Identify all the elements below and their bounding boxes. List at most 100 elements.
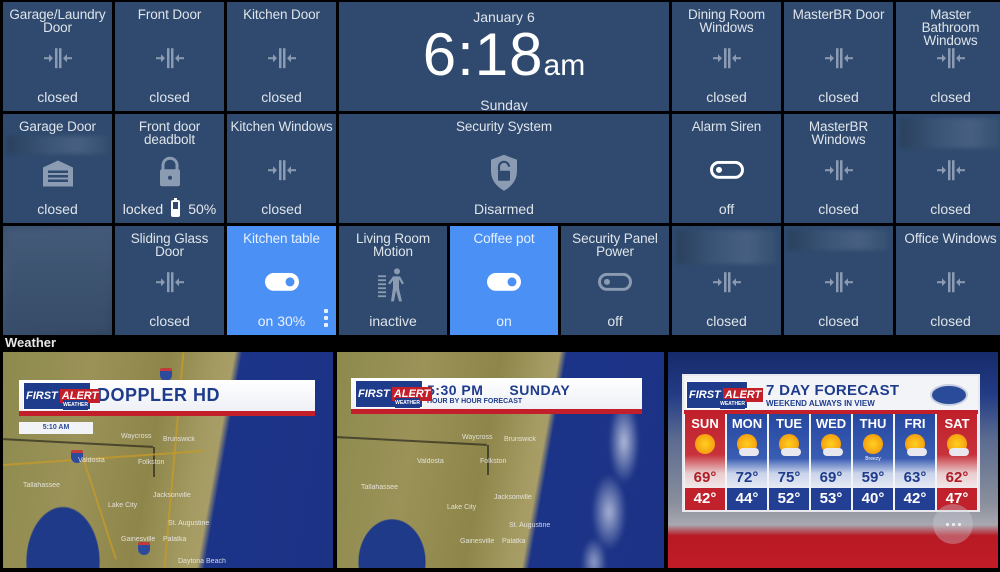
contact-sensor-closed-icon <box>40 46 76 70</box>
tile-state: locked <box>122 200 164 217</box>
day-high: 75° <box>777 469 801 486</box>
tile-title: Security System <box>455 119 553 134</box>
forecast-day: TUE 75° 52° <box>769 414 809 510</box>
shield-unlocked-icon <box>489 153 519 191</box>
city-label: Waycross <box>121 433 152 440</box>
forecast-header: FIRST ALERT WEATHER 7 DAY FORECAST WEEKEN… <box>684 376 978 414</box>
tile-office-windows[interactable]: Office Windows closed <box>896 226 1000 335</box>
day-high: 59° <box>861 469 885 486</box>
tile-title: Kitchen table <box>243 231 320 246</box>
day-name: SAT <box>944 416 970 431</box>
contact-sensor-closed-icon <box>821 270 857 294</box>
tile-masterbr-windows[interactable]: MasterBR Windows closed <box>784 114 893 223</box>
battery-level: 50% <box>188 200 217 217</box>
center-row-3: Living Room Motion inactive Coffee pot o… <box>339 226 669 335</box>
tile-title: Garage Door <box>19 119 96 134</box>
blurred-title <box>676 230 777 264</box>
tile-title: Sliding Glass Door <box>130 231 209 259</box>
tile-front-door[interactable]: Front Door closed <box>115 2 224 111</box>
sunny-icon <box>695 434 715 454</box>
clock-day: Sunday <box>480 97 528 111</box>
weather-hourly-panel[interactable]: Waycross Brunswick Valdosta Folkston Tal… <box>337 352 664 568</box>
city-label: Waycross <box>462 434 493 441</box>
contact-sensor-closed-icon <box>821 46 857 70</box>
tile-master-bathroom-windows[interactable]: Master Bathroom Windows closed <box>896 2 1000 111</box>
tile-sliding-glass-door[interactable]: Sliding Glass Door closed <box>115 226 224 335</box>
seven-day-forecast: FIRST ALERT WEATHER 7 DAY FORECAST WEEKEN… <box>682 374 980 512</box>
tile-state: closed <box>149 313 190 329</box>
battery-icon <box>171 198 181 217</box>
tile-kitchen-windows[interactable]: Kitchen Windows closed <box>227 114 336 223</box>
day-low: 53° <box>811 488 851 510</box>
tile-unnamed-sensor-1[interactable]: closed <box>896 114 1000 223</box>
day-name: WED <box>815 416 847 431</box>
tile-state: on <box>496 313 512 329</box>
tile-state: closed <box>930 89 971 105</box>
weather-7day-panel[interactable]: FIRST ALERT WEATHER 7 DAY FORECAST WEEKEN… <box>668 352 998 568</box>
day-low: 40° <box>853 488 893 510</box>
tile-garage-door[interactable]: Garage Door closed <box>3 114 112 223</box>
tile-front-door-deadbolt[interactable]: Front door deadbolt locked 50% <box>115 114 224 223</box>
tile-kitchen-table[interactable]: Kitchen table on 30% <box>227 226 336 335</box>
day-high: 72° <box>735 469 759 486</box>
forecast-day: SAT 62° 47° <box>937 414 977 510</box>
blurred-region <box>7 230 108 331</box>
sunny-icon <box>863 434 883 454</box>
tile-title: Office Windows <box>904 231 997 246</box>
day-name: MON <box>731 416 763 431</box>
tile-state: on 30% <box>257 313 306 329</box>
tile-state: closed <box>37 89 78 105</box>
tile-unnamed-sensor-3[interactable]: closed <box>784 226 893 335</box>
tile-coffee-pot[interactable]: Coffee pot on <box>450 226 558 335</box>
city-label: Lake City <box>447 504 477 511</box>
day-high: 69° <box>819 469 843 486</box>
tile-alarm-siren[interactable]: Alarm Siren off <box>672 114 781 223</box>
tile-state: closed <box>930 313 971 329</box>
tile-title: Alarm Siren <box>691 119 762 134</box>
tile-security-panel-power[interactable]: Security Panel Power off <box>561 226 669 335</box>
partly-cloudy-icon <box>779 434 801 456</box>
first-alert-banner: FIRST ALERT WEATHER 5:30 PM SUNDAY HOUR B… <box>351 378 642 414</box>
tile-state: closed <box>930 201 971 217</box>
forecast-day: THU Breezy 59° 40° <box>853 414 893 510</box>
partly-cloudy-icon <box>947 434 969 456</box>
switch-on-icon <box>264 272 299 291</box>
first-alert-logo: FIRST ALERT WEATHER <box>355 379 433 408</box>
tile-title: Security Panel Power <box>572 231 658 259</box>
tile-state: closed <box>37 201 78 217</box>
forecast-day: SUN 69° 42° <box>685 414 725 510</box>
more-options-icon[interactable] <box>324 309 328 327</box>
forecast-subtitle: HOUR BY HOUR FORECAST <box>427 398 523 405</box>
tile-blurred[interactable] <box>3 226 112 335</box>
forecast-title: 7 DAY FORECAST <box>766 382 900 399</box>
forecast-day: MON 72° 44° <box>727 414 767 510</box>
tile-dining-room-windows[interactable]: Dining Room Windows closed <box>672 2 781 111</box>
forecast-subtitle: WEEKEND ALWAYS IN VIEW <box>766 399 875 408</box>
contact-sensor-closed-icon <box>933 158 969 182</box>
switch-off-icon <box>598 272 632 291</box>
tile-garage-laundry-door[interactable]: Garage/Laundry Door closed <box>3 2 112 111</box>
tile-living-room-motion[interactable]: Living Room Motion inactive <box>339 226 447 335</box>
forecast-days: SUN 69° 42° MON 72° 44° TUE 75° 52° WED 69° … <box>684 414 978 510</box>
forecast-time: 5:30 PM <box>427 382 484 398</box>
weather-doppler-panel[interactable]: Waycross Brunswick Valdosta Folkston Tal… <box>3 352 333 568</box>
contact-sensor-closed-icon <box>152 46 188 70</box>
more-options-button[interactable] <box>933 504 973 544</box>
lock-icon <box>157 156 183 188</box>
city-label: Brunswick <box>504 436 536 443</box>
tile-unnamed-sensor-2[interactable]: closed <box>672 226 781 335</box>
forecast-day: FRI 63° 42° <box>895 414 935 510</box>
garage-door-icon <box>41 158 75 188</box>
tile-title: Front Door <box>137 7 202 22</box>
mostly-sunny-icon <box>737 434 759 456</box>
city-label: Brunswick <box>163 436 195 443</box>
tile-state: closed <box>706 89 747 105</box>
day-name: THU <box>859 416 887 431</box>
tile-title: Living Room Motion <box>356 231 430 259</box>
cloud-cover <box>554 392 664 568</box>
tile-masterbr-door[interactable]: MasterBR Door closed <box>784 2 893 111</box>
tile-kitchen-door[interactable]: Kitchen Door closed <box>227 2 336 111</box>
tile-security-system[interactable]: Security System Disarmed <box>339 114 669 223</box>
tile-state: off <box>607 313 623 329</box>
day-low: 52° <box>769 488 809 510</box>
